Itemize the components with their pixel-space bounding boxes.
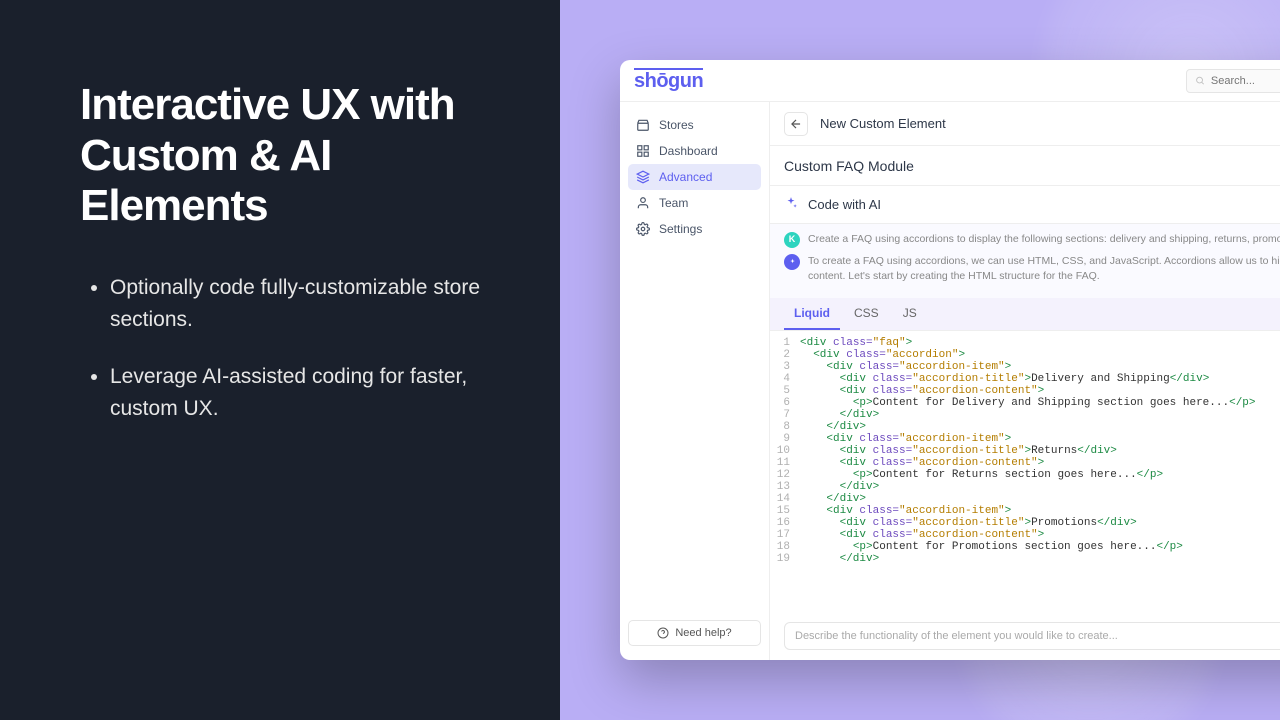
tab-js[interactable]: JS — [893, 298, 927, 330]
tab-css[interactable]: CSS — [844, 298, 889, 330]
layers-icon — [636, 170, 650, 184]
bullet-2: Leverage AI-assisted coding for faster, … — [110, 361, 510, 426]
sidebar-item-dashboard[interactable]: Dashboard — [628, 138, 761, 164]
code-line: 4 <div class="accordion-title">Delivery … — [770, 373, 1280, 385]
code-line: 8 </div> — [770, 421, 1280, 433]
search-icon — [1195, 75, 1205, 86]
ai-message-text: To create a FAQ using accordions, we can… — [808, 254, 1280, 284]
grid-icon — [636, 144, 650, 158]
marketing-bullets: Optionally code fully-customizable store… — [80, 272, 510, 426]
ai-message: To create a FAQ using accordions, we can… — [784, 254, 1280, 284]
sidebar: Stores Dashboard Advanced Team Settings Need… — [620, 102, 770, 660]
user-avatar: K — [784, 232, 800, 248]
sidebar-item-team[interactable]: Team — [628, 190, 761, 216]
code-line: 13 </div> — [770, 481, 1280, 493]
search-input[interactable] — [1211, 75, 1280, 87]
code-line: 17 <div class="accordion-content"> — [770, 529, 1280, 541]
marketing-heading: Interactive UX with Custom & AI Elements — [80, 80, 510, 232]
element-name-input[interactable] — [784, 158, 1280, 174]
marketing-panel: Interactive UX with Custom & AI Elements… — [0, 0, 560, 720]
sidebar-item-label: Settings — [659, 222, 702, 236]
code-with-ai-label: Code with AI — [808, 197, 881, 212]
code-line: 10 <div class="accordion-title">Returns<… — [770, 445, 1280, 457]
code-line: 19 </div> — [770, 553, 1280, 565]
back-button[interactable] — [784, 112, 808, 136]
sidebar-item-stores[interactable]: Stores — [628, 112, 761, 138]
sidebar-item-label: Dashboard — [659, 144, 718, 158]
code-line: 7 </div> — [770, 409, 1280, 421]
sidebar-item-label: Team — [659, 196, 688, 210]
store-icon — [636, 118, 650, 132]
ai-avatar — [784, 254, 800, 270]
code-with-ai-row[interactable]: Code with AI — [770, 186, 1280, 224]
code-line: 12 <p>Content for Returns section goes h… — [770, 469, 1280, 481]
breadcrumb-bar: New Custom Element — [770, 102, 1280, 146]
code-line: 3 <div class="accordion-item"> — [770, 361, 1280, 373]
code-line: 5 <div class="accordion-content"> — [770, 385, 1280, 397]
need-help-label: Need help? — [675, 627, 731, 639]
code-line: 15 <div class="accordion-item"> — [770, 505, 1280, 517]
element-name-row — [770, 146, 1280, 186]
code-line: 18 <p>Content for Promotions section goe… — [770, 541, 1280, 553]
sparkle-icon — [784, 196, 798, 213]
user-message-text: Create a FAQ using accordions to display… — [808, 232, 1280, 248]
app-window: shōgun Stores Dashboard Advanced Team Settin… — [620, 60, 1280, 660]
user-message: K Create a FAQ using accordions to displ… — [784, 232, 1280, 248]
code-line: 6 <p>Content for Delivery and Shipping s… — [770, 397, 1280, 409]
need-help-button[interactable]: Need help? — [628, 620, 761, 646]
ai-sparkle-icon — [788, 258, 797, 267]
code-line: 2 <div class="accordion"> — [770, 349, 1280, 361]
sidebar-item-label: Stores — [659, 118, 694, 132]
help-icon — [657, 627, 669, 639]
search-box[interactable] — [1186, 69, 1280, 93]
code-line: 16 <div class="accordion-title">Promotio… — [770, 517, 1280, 529]
logo: shōgun — [634, 68, 703, 93]
sidebar-item-label: Advanced — [659, 170, 712, 184]
gear-icon — [636, 222, 650, 236]
ai-chat: K Create a FAQ using accordions to displ… — [770, 224, 1280, 298]
code-tabs: Liquid CSS JS — [770, 298, 1280, 331]
code-line: 9 <div class="accordion-item"> — [770, 433, 1280, 445]
bullet-1: Optionally code fully-customizable store… — [110, 272, 510, 337]
code-line: 1<div class="faq"> — [770, 337, 1280, 349]
main-panel: New Custom Element Code with AI — [770, 102, 1280, 660]
page-title: New Custom Element — [820, 116, 946, 131]
ai-prompt-input[interactable]: Describe the functionality of the elemen… — [784, 622, 1280, 650]
tab-liquid[interactable]: Liquid — [784, 298, 840, 330]
user-icon — [636, 196, 650, 210]
preview-panel: shōgun Stores Dashboard Advanced Team Settin… — [560, 0, 1280, 720]
sidebar-item-settings[interactable]: Settings — [628, 216, 761, 242]
sidebar-item-advanced[interactable]: Advanced — [628, 164, 761, 190]
code-line: 14 </div> — [770, 493, 1280, 505]
code-editor[interactable]: 1<div class="faq">2 <div class="accordio… — [770, 331, 1280, 614]
arrow-left-icon — [789, 117, 803, 131]
code-line: 11 <div class="accordion-content"> — [770, 457, 1280, 469]
topbar: shōgun — [620, 60, 1280, 102]
